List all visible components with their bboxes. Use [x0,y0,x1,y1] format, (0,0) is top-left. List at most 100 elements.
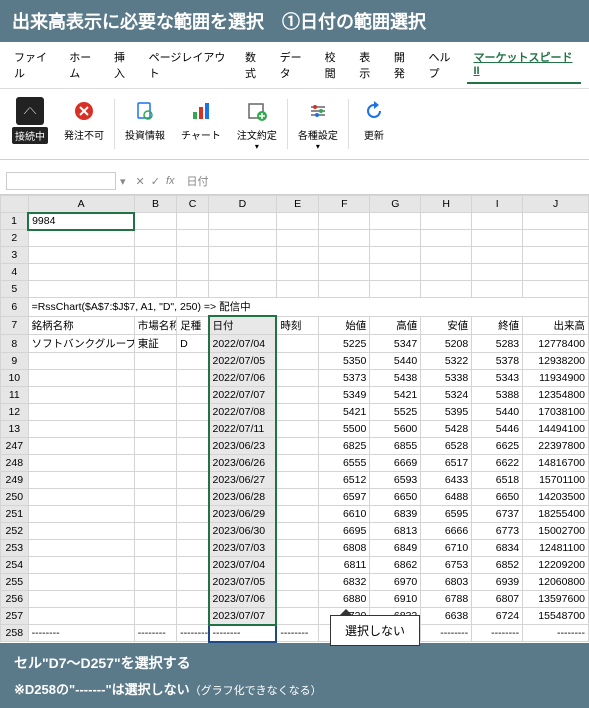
cell-C7[interactable]: 足種 [177,316,209,335]
cell-H11[interactable]: 5324 [421,387,472,404]
cell-B1[interactable] [134,213,176,230]
menu-10[interactable]: マーケットスピード II [467,46,581,84]
cell-F248[interactable]: 6555 [319,455,370,472]
cell-E8[interactable] [276,335,318,353]
cell-I11[interactable]: 5388 [472,387,523,404]
cell-C257[interactable] [177,608,209,625]
cell-H252[interactable]: 6666 [421,523,472,540]
ribbon-connect[interactable]: ⟋⟍ 接続中 [4,95,56,153]
cell-E12[interactable] [276,404,318,421]
col-header-D[interactable]: D [209,196,277,213]
cell-E250[interactable] [276,489,318,506]
cell-J248[interactable]: 14816700 [523,455,589,472]
cell-D248[interactable]: 2023/06/26 [209,455,277,472]
row-header[interactable]: 13 [1,421,29,438]
cell-I5[interactable] [472,281,523,298]
cell-J258[interactable]: -------- [523,625,589,642]
cell-H12[interactable]: 5395 [421,404,472,421]
cell-A10[interactable] [28,370,134,387]
cell-C252[interactable] [177,523,209,540]
cancel-formula-icon[interactable]: ✕ [136,175,145,188]
cell-F13[interactable]: 5500 [319,421,370,438]
cell-B8[interactable]: 東証 [134,335,176,353]
cell-I256[interactable]: 6807 [472,591,523,608]
cell-B257[interactable] [134,608,176,625]
cell-A258[interactable]: -------- [28,625,134,642]
ribbon-order[interactable]: 注文約定▾ [229,95,285,153]
cell-E254[interactable] [276,557,318,574]
row-header[interactable]: 8 [1,335,29,353]
menu-0[interactable]: ファイル [8,46,61,84]
cell-E256[interactable] [276,591,318,608]
cell-J13[interactable]: 14494100 [523,421,589,438]
row-header[interactable]: 250 [1,489,29,506]
cell-B3[interactable] [134,247,176,264]
cell-C2[interactable] [177,230,209,247]
cell-I10[interactable]: 5343 [472,370,523,387]
col-header-J[interactable]: J [523,196,589,213]
cell-F252[interactable]: 6695 [319,523,370,540]
cell-A247[interactable] [28,438,134,455]
row-header[interactable]: 12 [1,404,29,421]
cell-I4[interactable] [472,264,523,281]
cell-G5[interactable] [370,281,421,298]
cell-G12[interactable]: 5525 [370,404,421,421]
cell-B13[interactable] [134,421,176,438]
cell-A5[interactable] [28,281,134,298]
cell-C9[interactable] [177,353,209,370]
cell-D255[interactable]: 2023/07/05 [209,574,277,591]
cell-D10[interactable]: 2022/07/06 [209,370,277,387]
cell-F251[interactable]: 6610 [319,506,370,523]
cell-A257[interactable] [28,608,134,625]
cell-F249[interactable]: 6512 [319,472,370,489]
cell-G10[interactable]: 5438 [370,370,421,387]
cell-D1[interactable] [209,213,277,230]
cell-I8[interactable]: 5283 [472,335,523,353]
cell-H3[interactable] [421,247,472,264]
cell-D8[interactable]: 2022/07/04 [209,335,277,353]
cell-J249[interactable]: 15701100 [523,472,589,489]
cell-F8[interactable]: 5225 [319,335,370,353]
cell-F247[interactable]: 6825 [319,438,370,455]
cell-H249[interactable]: 6433 [421,472,472,489]
cell-J254[interactable]: 12209200 [523,557,589,574]
cell-D256[interactable]: 2023/07/06 [209,591,277,608]
cell-C251[interactable] [177,506,209,523]
cell-D250[interactable]: 2023/06/28 [209,489,277,506]
cell-B4[interactable] [134,264,176,281]
cell-C3[interactable] [177,247,209,264]
cell-C11[interactable] [177,387,209,404]
cell-H250[interactable]: 6488 [421,489,472,506]
cell-H13[interactable]: 5428 [421,421,472,438]
cell-I1[interactable] [472,213,523,230]
cell-G252[interactable]: 6813 [370,523,421,540]
cell-C5[interactable] [177,281,209,298]
cell-I252[interactable]: 6773 [472,523,523,540]
cell-E10[interactable] [276,370,318,387]
cell-A3[interactable] [28,247,134,264]
cell-C255[interactable] [177,574,209,591]
cell-C250[interactable] [177,489,209,506]
cell-B9[interactable] [134,353,176,370]
cell-D5[interactable] [209,281,277,298]
cell-E251[interactable] [276,506,318,523]
cell-G3[interactable] [370,247,421,264]
cell-B253[interactable] [134,540,176,557]
cell-A8[interactable]: ソフトバンクグループ [28,335,134,353]
cell-B252[interactable] [134,523,176,540]
cell-G247[interactable]: 6855 [370,438,421,455]
cell-B249[interactable] [134,472,176,489]
cell-J257[interactable]: 15548700 [523,608,589,625]
accept-formula-icon[interactable]: ✓ [151,175,160,188]
cell-J255[interactable]: 12060800 [523,574,589,591]
cell-C13[interactable] [177,421,209,438]
formula-bar[interactable]: 日付 [181,171,589,191]
cell-I3[interactable] [472,247,523,264]
cell-H254[interactable]: 6753 [421,557,472,574]
cell-J2[interactable] [523,230,589,247]
cell-E1[interactable] [276,213,318,230]
row-header[interactable]: 248 [1,455,29,472]
cell-G256[interactable]: 6910 [370,591,421,608]
cell-D12[interactable]: 2022/07/08 [209,404,277,421]
cell-D251[interactable]: 2023/06/29 [209,506,277,523]
